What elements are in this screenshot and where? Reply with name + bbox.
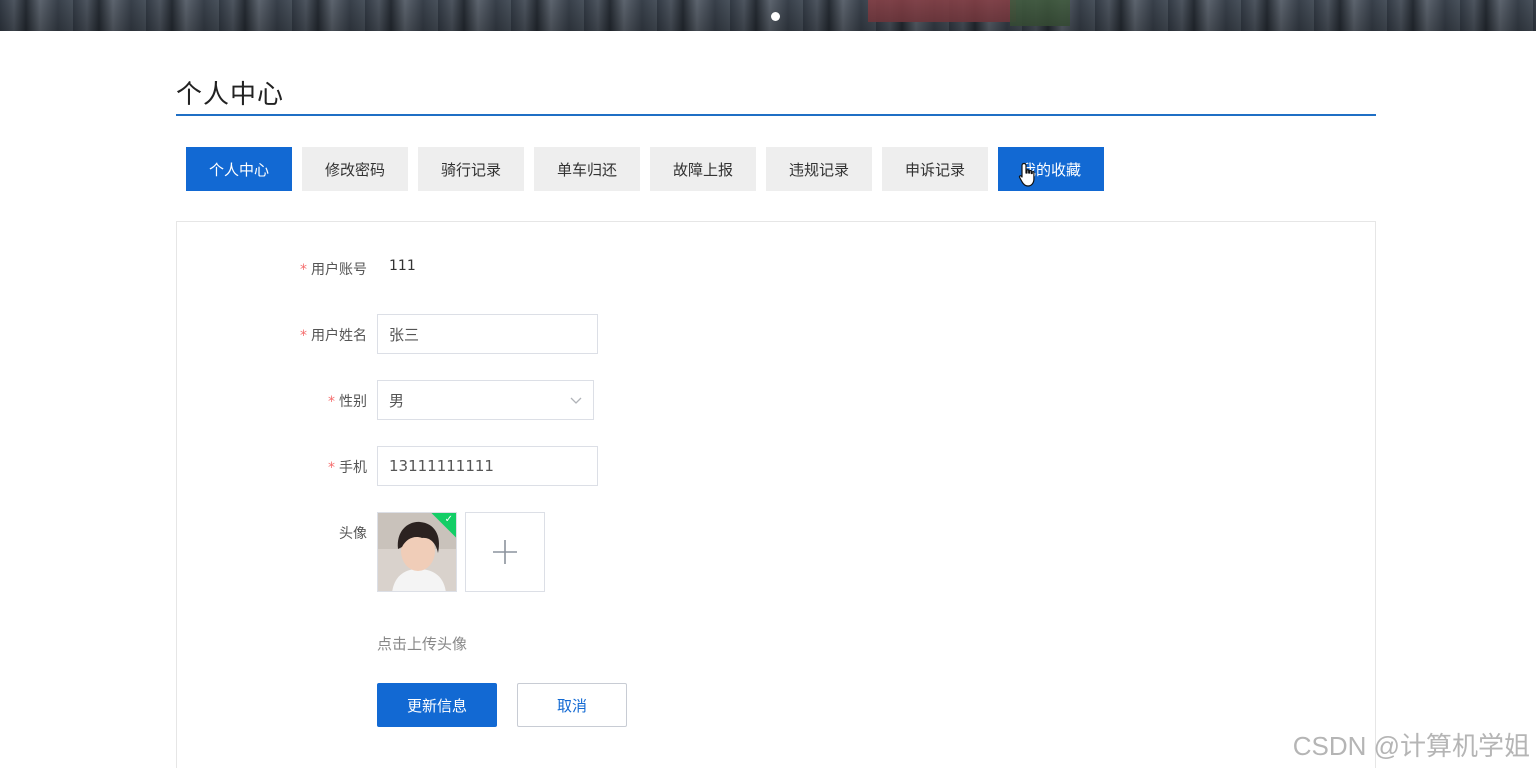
update-info-button[interactable]: 更新信息 — [377, 683, 497, 727]
phone-input[interactable]: 13111111111 — [377, 446, 598, 486]
tab-my-favorites[interactable]: 我的收藏 — [998, 147, 1104, 191]
avatar-label: 头像 — [339, 526, 367, 542]
required-asterisk: * — [328, 460, 335, 476]
required-asterisk: * — [300, 328, 307, 344]
check-icon: ✓ — [444, 514, 453, 525]
tab-personal-center[interactable]: 个人中心 — [186, 147, 292, 191]
carousel-indicator-dot[interactable] — [771, 12, 780, 21]
plus-icon — [493, 540, 517, 564]
page-title: 个人中心 — [176, 80, 285, 110]
banner-trees — [1010, 0, 1070, 26]
banner-image — [0, 0, 1536, 31]
cancel-button[interactable]: 取消 — [517, 683, 627, 727]
tab-change-password[interactable]: 修改密码 — [302, 147, 408, 191]
tab-appeal-records[interactable]: 申诉记录 — [882, 147, 988, 191]
name-label: * 用户姓名 — [300, 328, 367, 344]
phone-label: * 手机 — [328, 460, 367, 476]
required-asterisk: * — [328, 394, 335, 410]
title-divider — [176, 114, 1376, 116]
upload-avatar-hint: 点击上传头像 — [377, 635, 468, 653]
account-label: * 用户账号 — [300, 262, 367, 278]
hand-cursor-icon — [1018, 162, 1035, 187]
watermark: CSDN @计算机学姐 — [1292, 731, 1530, 761]
gender-select[interactable]: 男 — [377, 380, 594, 420]
tab-ride-records[interactable]: 骑行记录 — [418, 147, 524, 191]
banner-building — [868, 0, 1016, 22]
name-input[interactable]: 张三 — [377, 314, 598, 354]
gender-label: * 性别 — [328, 394, 367, 410]
gender-selected-value: 男 — [389, 391, 405, 410]
tab-violation-records[interactable]: 违规记录 — [766, 147, 872, 191]
required-asterisk: * — [300, 262, 307, 278]
tab-fault-report[interactable]: 故障上报 — [650, 147, 756, 191]
avatar-thumbnail[interactable]: ✓ — [377, 512, 457, 592]
profile-form-panel — [176, 221, 1376, 768]
chevron-down-icon — [570, 397, 582, 404]
account-value: 111 — [389, 258, 416, 274]
avatar-upload-button[interactable] — [465, 512, 545, 592]
tab-bike-return[interactable]: 单车归还 — [534, 147, 640, 191]
